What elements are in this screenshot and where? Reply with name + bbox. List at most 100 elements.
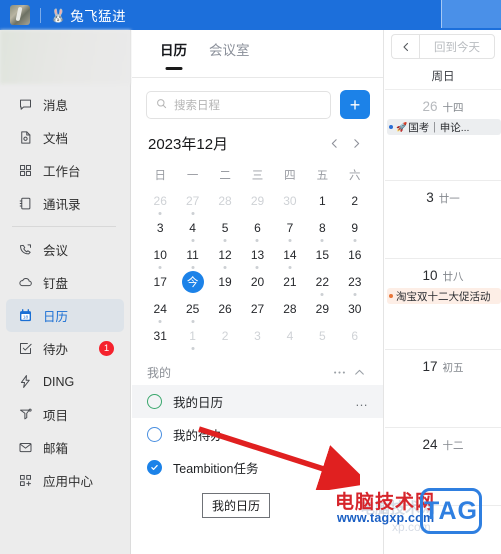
calendar-day-cell[interactable]: 8 xyxy=(306,214,338,242)
prev-period-button[interactable] xyxy=(391,34,419,59)
calendar-day-cell[interactable]: 26 xyxy=(144,187,176,215)
weekday-header: 一 xyxy=(186,170,199,182)
search-input[interactable]: 搜索日程 xyxy=(146,90,331,119)
calendar-day-cell[interactable]: 19 xyxy=(209,268,241,295)
calendar-day-cell[interactable]: 21 xyxy=(274,268,306,295)
day-cell[interactable]: 26 十四 🚀 国考｜申论... xyxy=(385,90,501,181)
calendar-list-item[interactable]: 我的待办 xyxy=(132,418,383,451)
calendar-day-cell[interactable]: 14 xyxy=(274,241,306,269)
sidebar-item-project[interactable]: 项目 xyxy=(6,398,124,431)
my-calendars-header: 我的 xyxy=(132,359,383,385)
sidebar-item-appcenter[interactable]: 应用中心 xyxy=(6,464,124,497)
calendar-list-item[interactable]: 我的日历… xyxy=(132,385,383,418)
calendar-day-cell[interactable]: 30 xyxy=(274,187,306,214)
calendar-day-cell[interactable]: 23 xyxy=(339,268,371,296)
today-badge[interactable]: 今 xyxy=(181,270,204,293)
day-cell[interactable]: 3 廿一 xyxy=(385,181,501,259)
calendar-day-cell[interactable]: 2 xyxy=(339,187,371,214)
calendar-day-cell[interactable]: 5 xyxy=(306,322,338,349)
calendar-item-label: Teambition任务 xyxy=(173,462,259,476)
calendar-day-cell[interactable]: 24 xyxy=(144,295,176,323)
sidebar-item-label: 待办 xyxy=(43,343,69,357)
calendar-day-cell[interactable]: 30 xyxy=(339,295,371,322)
back-to-today-button[interactable]: 回到今天 xyxy=(419,34,495,59)
ellipsis-icon[interactable] xyxy=(329,362,349,382)
dingtalk-calendar-window: 🐰 兔飞猛进 消息 文档 工作台 通讯录 会议 钉盘 18 日历 待办 1 DING 项目 邮箱 应用中心… xyxy=(0,0,501,554)
calendar-day-cell[interactable]: 6 xyxy=(241,214,273,242)
event-chip[interactable]: 🚀 国考｜申论... xyxy=(387,119,501,135)
sidebar-item-label: 会议 xyxy=(43,244,69,258)
sidebar-item-ding[interactable]: DING xyxy=(6,365,124,398)
event-title: 国考｜申论... xyxy=(408,121,470,134)
calendar-day-cell[interactable]: 3 xyxy=(241,322,273,349)
calendar-day-cell[interactable]: 27 xyxy=(176,187,208,215)
chevron-up-icon[interactable] xyxy=(349,362,369,382)
avatar[interactable] xyxy=(10,5,30,25)
sidebar: 消息 文档 工作台 通讯录会议钉盘 18 日历 待办 1 DING 项目 邮箱 应用中心 xyxy=(0,30,131,554)
sidebar-item-cloud[interactable]: 钉盘 xyxy=(6,266,124,299)
tab-会议室[interactable]: 会议室 xyxy=(209,39,250,61)
calendar-day-cell[interactable]: 今 xyxy=(176,268,208,295)
calendar-item-more-icon[interactable]: … xyxy=(355,394,369,409)
sidebar-item-message[interactable]: 消息 xyxy=(6,88,124,121)
calendar-day-cell[interactable]: 7 xyxy=(274,214,306,242)
calendar-day-cell[interactable]: 25 xyxy=(176,295,208,323)
calendar-day-cell[interactable]: 31 xyxy=(144,322,176,349)
sidebar-item-meeting[interactable]: 会议 xyxy=(6,233,124,266)
calendar-day-cell[interactable]: 15 xyxy=(306,241,338,268)
calendar-list-item[interactable]: Teambition任务 xyxy=(132,451,383,484)
day-cell[interactable]: 17 初五 xyxy=(385,350,501,428)
checkbox-checked-icon[interactable] xyxy=(147,460,162,475)
calendar-day-cell[interactable]: 1 xyxy=(176,322,208,350)
calendar-day-cell[interactable]: 16 xyxy=(339,241,371,268)
calendar-day-cell[interactable]: 10 xyxy=(144,241,176,269)
event-chip[interactable]: 淘宝双十二大促活动 xyxy=(387,288,501,304)
sidebar-item-contacts[interactable]: 通讯录 xyxy=(6,187,124,220)
sidebar-item-workbench[interactable]: 工作台 xyxy=(6,154,124,187)
sidebar-item-calendar[interactable]: 18 日历 xyxy=(6,299,124,332)
prev-month-button[interactable] xyxy=(323,132,345,154)
calendar-day-cell[interactable]: 17 xyxy=(144,268,176,295)
next-month-button[interactable] xyxy=(345,132,367,154)
sidebar-item-document[interactable]: 文档 xyxy=(6,121,124,154)
calendar-day-cell[interactable]: 29 xyxy=(241,187,273,214)
calendar-day-cell[interactable]: 12 xyxy=(209,241,241,269)
sidebar-item-mail[interactable]: 邮箱 xyxy=(6,431,124,464)
calendar-day-cell[interactable]: 27 xyxy=(241,295,273,322)
day-events xyxy=(385,457,501,469)
calendar-day-cell[interactable]: 3 xyxy=(144,214,176,241)
calendar-day-column: 回到今天 周日 26 十四 🚀 国考｜申论... 3 廿一 10 廿八 淘宝双十二大促活动 17 初… xyxy=(385,30,501,554)
day-cell[interactable]: 10 廿八 淘宝双十二大促活动 xyxy=(385,259,501,350)
add-schedule-button[interactable]: + xyxy=(340,90,370,119)
rabbit-icon: 🐰 xyxy=(50,7,67,23)
calendar-day-cell[interactable]: 1 xyxy=(306,187,338,214)
calendar-day-cell[interactable]: 2 xyxy=(209,322,241,349)
calendar-day-cell[interactable]: 20 xyxy=(241,268,273,295)
checkbox-icon[interactable] xyxy=(147,394,162,409)
calendar-day-cell[interactable]: 9 xyxy=(339,214,371,242)
day-date-row: 24 十二 xyxy=(385,428,501,457)
day-date-row: 26 十四 xyxy=(385,90,501,119)
calendar-day-cell[interactable]: 29 xyxy=(306,295,338,322)
titlebar-right-pane xyxy=(441,0,501,28)
calendar-day-cell[interactable]: 28 xyxy=(274,295,306,322)
sidebar-header-blur xyxy=(0,30,131,84)
appcenter-icon xyxy=(17,472,34,489)
workbench-icon xyxy=(17,162,34,179)
day-cell-spacer xyxy=(385,313,501,349)
tab-日历[interactable]: 日历 xyxy=(160,39,187,61)
calendar-day-cell[interactable]: 5 xyxy=(209,214,241,242)
calendar-day-cell[interactable]: 13 xyxy=(241,241,273,269)
calendar-day-cell[interactable]: 22 xyxy=(306,268,338,296)
checkbox-icon[interactable] xyxy=(147,427,162,442)
calendar-day-cell[interactable]: 11 xyxy=(176,241,208,269)
day-cell[interactable]: 24 十二 xyxy=(385,428,501,506)
calendar-day-cell[interactable]: 26 xyxy=(209,295,241,322)
day-cell-spacer xyxy=(385,469,501,505)
month-nav-row: 2023年12月 xyxy=(132,119,383,160)
sidebar-item-todo[interactable]: 待办 1 xyxy=(6,332,124,365)
calendar-day-cell[interactable]: 4 xyxy=(274,322,306,349)
calendar-day-cell[interactable]: 6 xyxy=(339,322,371,349)
calendar-day-cell[interactable]: 28 xyxy=(209,187,241,214)
calendar-day-cell[interactable]: 4 xyxy=(176,214,208,242)
